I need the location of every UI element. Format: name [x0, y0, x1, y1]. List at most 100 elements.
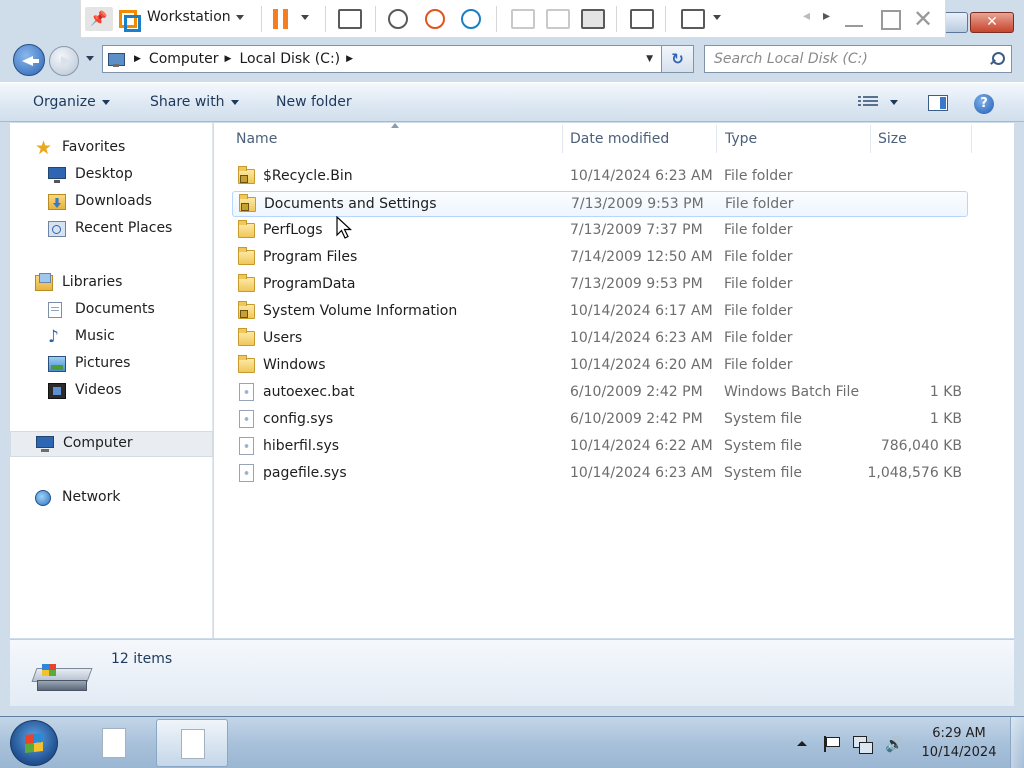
breadcrumb-local-disk[interactable]: Local Disk (C:) — [239, 51, 340, 67]
views-dropdown-icon[interactable] — [890, 100, 898, 105]
nav-network[interactable]: Network — [10, 486, 213, 510]
breadcrumb-arrow-icon[interactable]: ▶ — [346, 54, 353, 64]
file-row[interactable]: System Volume Information 10/14/2024 6:17… — [232, 299, 968, 325]
file-row[interactable]: autoexec.bat 6/10/2009 2:42 PM Windows Bat… — [232, 380, 968, 406]
column-header-date-modified[interactable]: Date modified — [570, 131, 669, 147]
nav-libraries[interactable]: Libraries — [10, 271, 213, 295]
chevron-down-icon[interactable] — [236, 15, 244, 20]
taskbar-item-active[interactable] — [156, 719, 228, 767]
recent-places-icon — [48, 221, 66, 237]
command-bar: Organize Share with New folder ? — [0, 82, 1024, 122]
send-ctrl-alt-del-icon[interactable] — [338, 9, 362, 29]
show-hidden-icons-icon[interactable] — [797, 741, 807, 746]
clock-time: 6:29 AM — [932, 726, 986, 741]
nav-label: Network — [62, 489, 121, 505]
column-header-size[interactable]: Size — [878, 131, 907, 147]
search-input[interactable] — [705, 46, 975, 72]
nav-item-desktop[interactable]: Desktop — [10, 163, 213, 187]
nav-item-recent-places[interactable]: Recent Places — [10, 217, 213, 241]
document-icon — [181, 729, 205, 759]
share-with-button[interactable]: Share with — [150, 94, 239, 110]
file-size: 1 KB — [929, 384, 962, 400]
vmware-title[interactable]: Workstation — [147, 9, 231, 33]
breadcrumb-arrow-icon[interactable]: ▶ — [225, 54, 232, 64]
chevron-down-icon[interactable] — [713, 15, 721, 20]
preview-pane-icon[interactable] — [928, 95, 948, 111]
arrow-right-icon[interactable]: ▸ — [823, 8, 830, 32]
minimize-icon[interactable] — [843, 8, 865, 32]
nav-computer[interactable]: Computer — [10, 431, 213, 457]
volume-icon[interactable]: 🔊 — [885, 736, 904, 752]
search-icon[interactable] — [989, 52, 1005, 66]
nav-label: Computer — [63, 435, 133, 451]
column-header-type[interactable]: Type — [725, 131, 757, 147]
file-date-modified: 7/13/2009 7:37 PM — [570, 222, 703, 238]
chevron-down-icon[interactable] — [301, 15, 309, 20]
nav-favorites[interactable]: ★ Favorites — [10, 136, 213, 160]
organize-button[interactable]: Organize — [33, 94, 110, 110]
file-date-modified: 10/14/2024 6:23 AM — [570, 168, 713, 184]
snapshot-icon[interactable] — [388, 9, 408, 29]
nav-item-downloads[interactable]: Downloads — [10, 190, 213, 214]
file-row[interactable]: pagefile.sys 10/14/2024 6:23 AM System fil… — [232, 461, 968, 487]
new-folder-button[interactable]: New folder — [276, 94, 352, 110]
library-view-icon[interactable] — [511, 9, 535, 29]
toolbar-divider — [261, 6, 262, 32]
refresh-button[interactable]: ↻ — [662, 45, 694, 73]
column-header-name[interactable]: Name — [236, 131, 277, 147]
console-view-icon[interactable] — [630, 9, 654, 29]
clock[interactable]: 6:29 AM 10/14/2024 — [918, 724, 1000, 762]
help-icon[interactable]: ? — [974, 94, 994, 114]
change-view-icon[interactable] — [858, 96, 878, 110]
nav-item-videos[interactable]: Videos — [10, 379, 213, 403]
full-screen-icon[interactable] — [581, 9, 605, 29]
nav-item-pictures[interactable]: Pictures — [10, 352, 213, 376]
column-divider[interactable] — [870, 125, 871, 153]
forward-button[interactable] — [49, 46, 79, 76]
window-close-button[interactable]: ✕ — [970, 12, 1014, 33]
close-icon[interactable]: ✕ — [913, 7, 935, 32]
arrow-left-icon[interactable]: ◂ — [803, 8, 810, 32]
breadcrumb-computer[interactable]: Computer — [149, 51, 219, 67]
taskbar-item[interactable] — [78, 719, 150, 767]
pause-icon[interactable] — [273, 7, 289, 31]
file-row[interactable]: ProgramData 7/13/2009 9:53 PM File folder — [232, 272, 968, 298]
nav-label: Music — [75, 328, 115, 344]
file-date-modified: 6/10/2009 2:42 PM — [570, 411, 703, 427]
music-icon: ♪ — [48, 327, 59, 347]
file-row[interactable]: Documents and Settings 7/13/2009 9:53 PM F… — [232, 191, 968, 217]
address-history-dropdown-icon[interactable]: ▼ — [646, 54, 653, 64]
address-bar[interactable]: ▶ Computer ▶ Local Disk (C:) ▶ ▼ — [102, 45, 662, 73]
stretch-guest-icon[interactable] — [681, 9, 705, 29]
pin-icon[interactable]: 📌 — [85, 7, 113, 31]
column-divider[interactable] — [971, 125, 972, 153]
file-row[interactable]: Program Files 7/14/2009 12:50 AM File fold… — [232, 245, 968, 271]
column-divider[interactable] — [562, 125, 563, 153]
file-name: pagefile.sys — [263, 465, 347, 481]
file-row[interactable]: Users 10/14/2024 6:23 AM File folder — [232, 326, 968, 352]
file-date-modified: 10/14/2024 6:22 AM — [570, 438, 713, 454]
file-name: config.sys — [263, 411, 334, 427]
file-row[interactable]: $Recycle.Bin 10/14/2024 6:23 AM File folde… — [232, 164, 968, 190]
snapshot-manager-icon[interactable] — [461, 9, 481, 29]
nav-item-music[interactable]: ♪ Music — [10, 325, 213, 349]
back-button[interactable] — [13, 44, 45, 76]
nav-item-documents[interactable]: Documents — [10, 298, 213, 322]
search-box[interactable] — [704, 45, 1012, 73]
file-date-modified: 10/14/2024 6:23 AM — [570, 465, 713, 481]
action-center-flag-icon[interactable] — [822, 736, 840, 752]
network-status-icon[interactable] — [853, 736, 873, 754]
file-row[interactable]: hiberfil.sys 10/14/2024 6:22 AM System fil… — [232, 434, 968, 460]
revert-snapshot-icon[interactable] — [425, 9, 445, 29]
restore-icon[interactable] — [879, 8, 901, 32]
file-name: hiberfil.sys — [263, 438, 340, 454]
file-row[interactable]: Windows 10/14/2024 6:20 AM File folder — [232, 353, 968, 379]
thumbnail-view-icon[interactable] — [546, 9, 570, 29]
start-button[interactable] — [10, 720, 58, 766]
file-row[interactable]: config.sys 6/10/2009 2:42 PM System file 1 … — [232, 407, 968, 433]
toolbar-divider — [325, 6, 326, 32]
breadcrumb-arrow-icon[interactable]: ▶ — [134, 54, 141, 64]
recent-pages-dropdown[interactable] — [86, 56, 94, 61]
column-divider[interactable] — [716, 125, 717, 153]
show-desktop-button[interactable] — [1010, 717, 1024, 768]
